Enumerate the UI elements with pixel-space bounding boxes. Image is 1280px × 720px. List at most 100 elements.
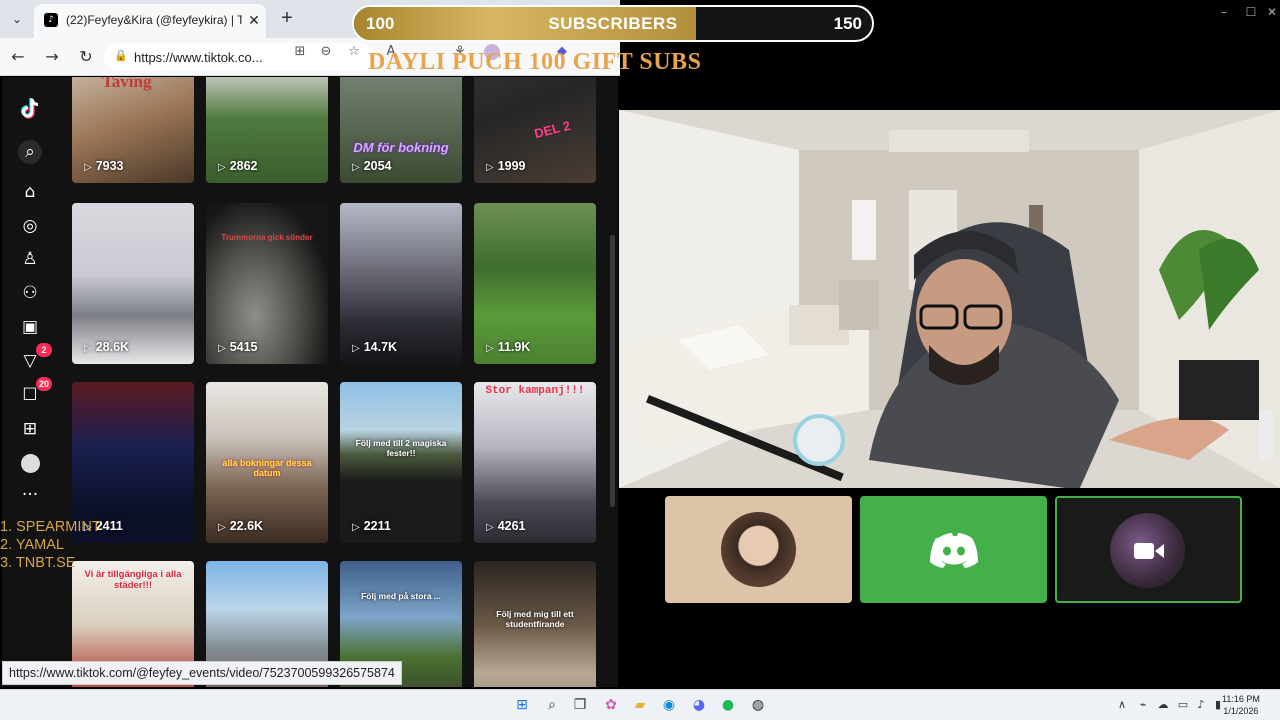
following-icon[interactable]: ♙ [18,247,42,271]
view-count: ▷ 7933 [84,159,124,173]
video-caption: Taving [102,77,152,91]
reload-icon[interactable]: ↻ [76,47,96,67]
view-count: ▷ 22.6K [218,519,264,533]
call-participant-card[interactable] [1055,496,1242,603]
notification-badge: 2 [36,343,52,357]
system-clock[interactable]: 11:16 PM 1/1/2026 [1222,693,1260,717]
participant-avatar [721,512,796,587]
clock-time: 11:16 PM [1222,694,1260,704]
video-thumbnail[interactable]: ▷ 2862 [206,77,328,183]
subscriber-current-count: 100 [366,14,395,33]
view-count: ▷ 1999 [486,159,526,173]
view-count: ▷ 11.9K [486,340,531,354]
video-thumbnail[interactable]: DM för bokning ▷ 2054 [340,77,462,183]
subscriber-goal-count: 150 [833,14,862,33]
video-caption: DEL 2 [532,117,572,142]
tiktok-sidebar: ⌕ ⌂ ◎ ♙ ⚇ ▣ ▽ 2 ☐ 20 ⊞ ··· [2,77,60,687]
daily-push-banner: DAYLI PUCH 100 GIFT SUBS [368,49,702,75]
view-count: ▷ 4261 [486,519,526,533]
webcam-scene [619,110,1280,488]
apps-icon[interactable]: ⊞ [292,44,308,60]
discord-card[interactable] [860,496,1047,603]
video-caption: alla bokningar dessa datum [222,458,312,478]
video-caption: Följ med på stora ... [361,591,441,601]
leaderboard: 1. SPEARMINT 2. YAMAL 3. TNBT.SE [0,518,101,572]
url-text: https://www.tiktok.co... [134,50,263,65]
view-count: ▷ 2211 [352,519,391,533]
video-thumbnail[interactable]: ▷ 14.7K [340,203,462,364]
video-caption: Stor kampanj!!! [485,385,585,397]
home-icon[interactable]: ⌂ [18,180,42,204]
close-icon[interactable]: ✕ [1264,4,1280,20]
tab-title: (22)Feyfey&Kira (@feyfeykira) | Tik [66,13,242,27]
leaderboard-entry: 2. YAMAL [0,537,64,553]
show-hidden-icons[interactable]: ∧ [1112,695,1132,715]
video-thumbnail[interactable]: ▷ 28.6K [72,203,194,364]
taskbar: ⊞ ⌕ ❐ ✿ ▰ ◉ ◕ ● ◍ ∧ ⌁ ☁ ▭ ♪ ▮ 11:16 PM 1… [0,689,1280,720]
back-arrow-icon[interactable]: ← [8,47,28,67]
video-caption: Följ med mig till ett studentfirande [496,609,574,629]
search-icon[interactable]: ⌕ [542,695,562,715]
edge-browser-icon[interactable]: ◉ [659,695,679,715]
video-thumbnail[interactable]: DEL 2 ▷ 1999 [474,77,596,183]
lock-icon: 🔒 [114,50,128,62]
call-participant-card[interactable] [665,496,852,603]
tiktok-logo-icon[interactable] [16,95,44,123]
video-caption: Trummorna gick sönder [221,233,313,242]
zoom-icon[interactable]: ⊖ [318,44,334,60]
video-thumbnail[interactable]: Följ med mig till ett studentfirande [474,561,596,687]
discord-taskbar-icon[interactable]: ◕ [689,695,709,715]
camera-icon [1134,543,1164,559]
more-icon[interactable]: ··· [18,483,42,507]
tiktok-page: ⌕ ⌂ ◎ ♙ ⚇ ▣ ▽ 2 ☐ 20 ⊞ ··· Taving ▷ 7933 … [2,77,618,687]
task-view-icon[interactable]: ❐ [570,695,590,715]
leaderboard-entry: 3. TNBT.SE [0,555,76,571]
obs-icon[interactable]: ◍ [748,695,768,715]
view-count: ▷ 2054 [352,159,392,173]
video-thumbnail[interactable]: Följ med till 2 magiska fester!! ▷ 2211 [340,382,462,543]
video-caption: DM för bokning [353,140,449,155]
video-thumbnail[interactable]: ▷ 11.9K [474,203,596,364]
minimize-icon[interactable]: – [1216,4,1232,20]
video-grid: Taving ▷ 7933 ▷ 2862 DM för bokning ▷ 2054 … [72,77,602,687]
display-icon[interactable]: ▭ [1173,695,1193,715]
video-thumbnail[interactable]: Trummorna gick sönder ▷ 5415 [206,203,328,364]
profile-avatar-icon[interactable] [18,451,42,475]
activity-send-icon[interactable]: ▽ 2 [18,343,52,373]
forward-arrow-icon[interactable]: → [42,47,62,67]
leaderboard-entry: 1. SPEARMINT [0,519,101,535]
new-tab-button[interactable]: + [276,7,298,29]
video-thumbnail[interactable]: Taving ▷ 7933 [72,77,194,183]
file-explorer-icon[interactable]: ▰ [630,695,650,715]
browser-tab[interactable]: ♪ (22)Feyfey&Kira (@feyfeykira) | Tik ✕ [34,4,266,38]
inbox-badge: 20 [36,377,53,391]
onedrive-icon[interactable]: ☁ [1153,695,1173,715]
start-windows-icon[interactable]: ⊞ [512,695,532,715]
spotify-icon[interactable]: ● [718,695,738,715]
view-count: ▷ 2862 [218,159,258,173]
network-icon[interactable]: ⌁ [1133,695,1153,715]
video-caption: Följ med till 2 magiska fester!! [355,438,447,458]
copilot-icon[interactable]: ✿ [601,695,621,715]
explore-compass-icon[interactable]: ◎ [18,214,42,238]
tab-list-dropdown[interactable]: ⌄ [6,8,28,30]
view-count: ▷ 5415 [218,340,258,354]
tiktok-favicon-icon: ♪ [44,13,58,27]
maximize-icon[interactable]: ☐ [1243,4,1259,20]
friends-icon[interactable]: ⚇ [18,281,42,305]
view-count: ▷ 14.7K [352,340,398,354]
inbox-icon[interactable]: ☐ 20 [18,377,53,407]
upload-icon[interactable]: ⊞ [18,417,42,441]
video-thumbnail[interactable]: alla bokningar dessa datum ▷ 22.6K [206,382,328,543]
page-scrollbar[interactable] [610,235,615,507]
live-tv-icon[interactable]: ▣ [18,315,42,339]
clock-date: 1/1/2026 [1223,706,1259,716]
favorite-star-icon[interactable]: ☆ [346,44,362,60]
video-caption: Vi är tillgängliga i alla städer!!! [84,569,182,591]
video-thumbnail[interactable]: Stor kampanj!!! ▷ 4261 [474,382,596,543]
search-icon[interactable]: ⌕ [18,140,42,164]
tab-close-button[interactable]: ✕ [244,10,264,30]
link-status-url: https://www.tiktok.com/@feyfey_events/vi… [2,661,402,685]
webcam-feed [619,110,1280,488]
view-count: ▷ 28.6K [84,340,130,354]
